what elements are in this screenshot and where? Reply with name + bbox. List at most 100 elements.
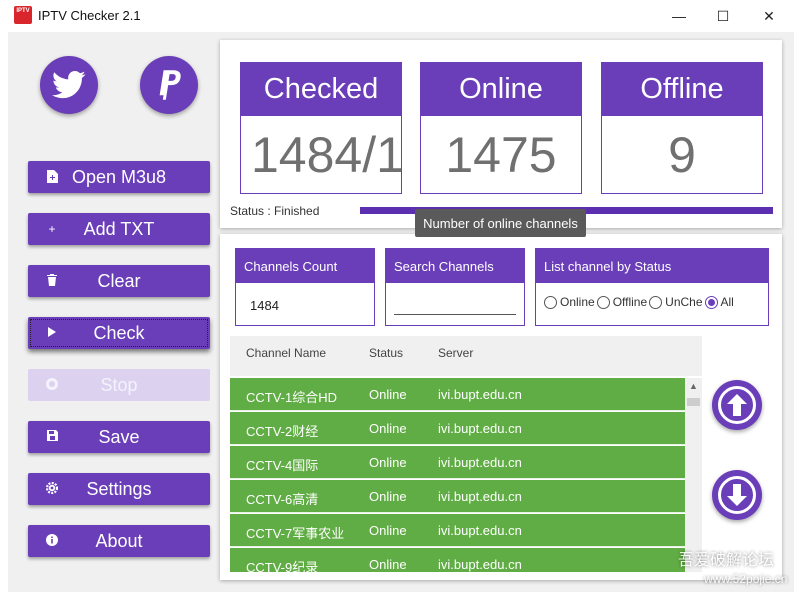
about-button[interactable]: About <box>28 525 210 557</box>
minimize-icon: — <box>672 8 686 24</box>
paypal-button[interactable] <box>140 56 198 114</box>
twitter-button[interactable] <box>40 56 98 114</box>
radio-online-label: Online <box>560 295 595 309</box>
trash-icon <box>46 274 58 288</box>
stats-panel: Checked 1484/1 Online 1475 Offline 9 Sta… <box>220 40 782 228</box>
close-button[interactable]: ✕ <box>746 0 792 32</box>
cell-server: ivi.bupt.edu.cn <box>438 523 522 538</box>
open-m3u8-button[interactable]: Open M3u8 <box>28 161 210 193</box>
cell-server: ivi.bupt.edu.cn <box>438 421 522 436</box>
radio-offline[interactable]: Offline <box>596 295 648 309</box>
gear-icon <box>45 481 59 496</box>
stop-icon <box>46 378 58 392</box>
window-title: IPTV Checker 2.1 <box>38 8 141 23</box>
cell-channel-name: CCTV-2财经 <box>246 424 319 439</box>
status-text: Status : Finished <box>230 204 320 218</box>
close-icon: ✕ <box>763 7 775 24</box>
channel-table-body[interactable]: CCTV-1综合HD Online ivi.bupt.edu.cn CCTV-2… <box>230 378 685 572</box>
search-channels-box: Search Channels <box>385 248 525 326</box>
online-card: Online 1475 <box>420 62 582 194</box>
watermark: 吾爱破解论坛 www.52pojie.cn <box>678 552 787 588</box>
channels-count-box: Channels Count 1484 <box>235 248 375 326</box>
cell-server: ivi.bupt.edu.cn <box>438 387 522 402</box>
cell-status: Online <box>369 387 407 402</box>
search-input[interactable] <box>394 293 516 315</box>
minimize-button[interactable]: — <box>656 0 702 32</box>
status-filter-label: List channel by Status <box>536 249 768 283</box>
radio-offline-circle <box>596 295 610 309</box>
maximize-button[interactable]: ☐ <box>700 0 746 32</box>
cell-status: Online <box>369 421 407 436</box>
radio-unchecked[interactable]: UnChe <box>649 295 703 309</box>
cell-status: Online <box>369 455 407 470</box>
maximize-icon: ☐ <box>716 7 730 24</box>
app-window: IPTV IPTV Checker 2.1 — ☐ ✕ Open M3u8 + <box>0 0 800 600</box>
scroll-down-button[interactable] <box>712 470 762 520</box>
channels-panel: Channels Count 1484 Search Channels List… <box>220 234 782 580</box>
table-row[interactable]: CCTV-4国际 Online ivi.bupt.edu.cn <box>230 446 685 479</box>
watermark-line1: 吾爱破解论坛 <box>678 552 775 569</box>
settings-button[interactable]: Settings <box>28 473 210 505</box>
radio-unchecked-circle <box>649 295 663 309</box>
col-server[interactable]: Server <box>438 346 473 360</box>
status-filter-box: List channel by Status Online Offline Un… <box>535 248 769 326</box>
save-icon <box>46 430 58 444</box>
watermark-line2: www.52pojie.cn <box>704 572 788 586</box>
clear-button[interactable]: Clear <box>28 265 210 297</box>
col-status[interactable]: Status <box>369 346 403 360</box>
app-icon: IPTV <box>14 6 32 24</box>
radio-offline-label: Offline <box>612 295 648 309</box>
checked-value: 1484/1 <box>251 127 402 183</box>
table-scrollbar[interactable]: ▲ <box>685 378 702 572</box>
cell-channel-name: CCTV-7军事农业 <box>246 526 345 541</box>
stop-button[interactable]: Stop <box>28 369 210 401</box>
app-icon-text: IPTV <box>16 8 30 14</box>
cell-server: ivi.bupt.edu.cn <box>438 455 522 470</box>
cell-server: ivi.bupt.edu.cn <box>438 557 522 572</box>
cell-server: ivi.bupt.edu.cn <box>438 489 522 504</box>
cell-channel-name: CCTV-1综合HD <box>246 390 338 405</box>
play-icon <box>46 326 58 340</box>
online-value: 1475 <box>445 127 557 183</box>
search-channels-label: Search Channels <box>386 249 524 283</box>
plus-icon: + <box>48 222 56 236</box>
add-txt-button[interactable]: + Add TXT <box>28 213 210 245</box>
arrow-up-icon <box>727 394 747 416</box>
radio-unchecked-label: UnChe <box>665 295 703 309</box>
checked-label: Checked <box>241 63 401 116</box>
status-radio-group: Online Offline UnChe All <box>544 295 736 309</box>
radio-all[interactable]: All <box>704 295 734 309</box>
file-icon <box>46 170 58 184</box>
offline-label: Offline <box>602 63 762 116</box>
table-row[interactable]: CCTV-2财经 Online ivi.bupt.edu.cn <box>230 412 685 445</box>
radio-all-label: All <box>720 295 734 309</box>
scrollbar-thumb[interactable] <box>687 398 700 406</box>
tooltip: Number of online channels <box>415 209 586 237</box>
cell-status: Online <box>369 557 407 572</box>
arrow-down-icon <box>727 484 747 506</box>
paypal-icon <box>159 70 181 100</box>
check-button[interactable]: Check <box>28 317 210 349</box>
channels-count-value: 1484 <box>250 298 279 313</box>
title-bar[interactable]: IPTV IPTV Checker 2.1 — ☐ ✕ <box>0 0 800 32</box>
twitter-icon <box>52 70 86 99</box>
col-channel-name[interactable]: Channel Name <box>246 346 326 360</box>
scroll-up-button[interactable] <box>712 380 762 430</box>
radio-online-circle <box>544 295 557 309</box>
table-row[interactable]: CCTV-1综合HD Online ivi.bupt.edu.cn <box>230 378 685 411</box>
online-label: Online <box>421 63 581 116</box>
checked-card: Checked 1484/1 <box>240 62 402 194</box>
radio-online[interactable]: Online <box>544 295 595 309</box>
cell-channel-name: CCTV-9纪录 <box>246 560 319 572</box>
save-button[interactable]: Save <box>28 421 210 453</box>
table-row[interactable]: CCTV-6高清 Online ivi.bupt.edu.cn <box>230 480 685 513</box>
cell-status: Online <box>369 523 407 538</box>
radio-all-circle <box>704 295 718 309</box>
offline-card: Offline 9 <box>601 62 763 194</box>
table-row[interactable]: CCTV-9纪录 Online ivi.bupt.edu.cn <box>230 548 685 572</box>
cell-status: Online <box>369 489 407 504</box>
offline-value: 9 <box>668 127 696 183</box>
scroll-up-arrow-icon[interactable]: ▲ <box>685 378 702 395</box>
table-row[interactable]: CCTV-7军事农业 Online ivi.bupt.edu.cn <box>230 514 685 547</box>
cell-channel-name: CCTV-6高清 <box>246 492 319 507</box>
